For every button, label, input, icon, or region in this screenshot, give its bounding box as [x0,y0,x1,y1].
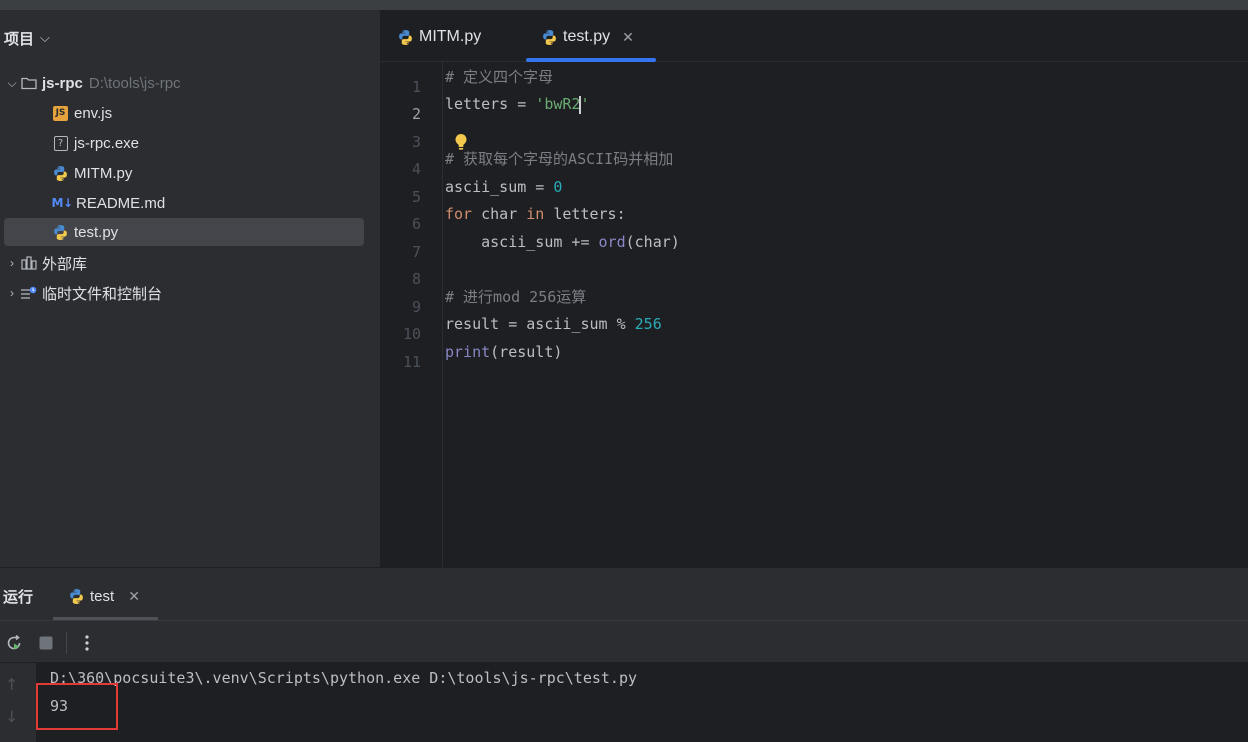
editor-panel: MITM.py test.py ✕ 1 2 3 4 5 6 7 8 9 10 1… [381,10,1248,567]
code-line-9[interactable]: # 进行mod 256运算 [445,287,586,307]
python-file-icon [541,29,558,46]
code-line-6[interactable]: for char in letters: [445,204,626,224]
line-number: 5 [411,188,421,206]
project-panel: 项目 ⌵ ⌵ js-rpc D:\tools\js-rpc JS env.js … [0,10,380,567]
close-icon[interactable]: ✕ [128,588,140,605]
file-name: js-rpc.exe [74,134,140,152]
file-name: test.py [74,223,119,241]
tree-file-readme-md[interactable]: M↓ README.md [52,189,364,217]
console-side-toolbar: ↑ ↓ [0,663,36,742]
python-file-icon [397,29,414,46]
file-name: env.js [74,104,113,122]
python-file-icon [68,588,85,605]
root-folder-path: D:\tools\js-rpc [88,74,181,92]
code-line-7[interactable]: ascii_sum += ord(char) [445,232,680,252]
line-number: 1 [411,78,421,96]
tree-file-test-py[interactable]: test.py [4,218,364,246]
line-number: 10 [402,325,421,343]
run-tab-test[interactable]: test ✕ [68,585,140,607]
run-tool-window: 运行 test ✕ ↑ ↓ D:\360\pocsuite3\.venv\Scr… [0,567,1248,742]
tab-test-py[interactable]: test.py ✕ [541,23,634,51]
tree-external-libraries[interactable]: › 外部库 [4,249,364,277]
python-file-icon [52,165,69,182]
tab-mitm-py[interactable]: MITM.py [397,23,481,51]
code-line-4[interactable]: # 获取每个字母的ASCII码并相加 [445,149,673,169]
code-line-1[interactable]: # 定义四个字母 [445,67,553,87]
tree-scratches-consoles[interactable]: › 临时文件和控制台 [4,279,364,307]
tree-file-mitm-py[interactable]: MITM.py [52,159,364,187]
code-line-11[interactable]: print(result) [445,342,562,362]
code-line-2[interactable]: letters = 'bwR2' [445,94,590,114]
external-libraries-label: 外部库 [42,255,88,273]
tree-file-env-js[interactable]: JS env.js [52,99,364,127]
output-highlight-box [36,683,118,730]
editor-tab-bar: MITM.py test.py ✕ [381,10,1248,62]
scroll-down-icon[interactable]: ↓ [5,707,18,726]
line-number: 6 [411,215,421,233]
python-file-icon [52,224,69,241]
toolbar-separator [66,632,67,654]
more-options-icon[interactable] [76,632,98,654]
title-bar-strip [0,0,1248,10]
line-number: 2 [411,105,421,123]
rerun-icon[interactable] [3,632,25,654]
markdown-file-icon: M↓ [51,196,74,210]
close-icon[interactable]: ✕ [622,29,634,46]
scroll-up-icon[interactable]: ↑ [5,675,18,694]
line-number: 8 [411,270,421,288]
scratches-icon [20,285,37,302]
line-number: 9 [411,298,421,316]
js-file-icon: JS [52,105,69,122]
folder-icon [20,75,37,92]
code-line-5[interactable]: ascii_sum = 0 [445,177,562,197]
console-output[interactable]: D:\360\pocsuite3\.venv\Scripts\python.ex… [36,663,1248,742]
active-tab-indicator [526,58,656,62]
line-number: 3 [411,133,421,151]
gutter-divider [442,62,443,567]
line-number: 11 [402,353,421,371]
tree-file-js-rpc-exe[interactable]: ? js-rpc.exe [52,129,364,157]
library-icon [20,255,37,272]
tab-label: MITM.py [419,28,482,45]
run-toolbar [0,620,1248,663]
file-name: README.md [76,194,166,212]
chevron-right-icon[interactable]: › [4,256,20,270]
stop-icon[interactable] [35,632,57,654]
unknown-file-icon: ? [52,135,69,152]
file-name: MITM.py [74,164,133,182]
project-view-selector[interactable]: 项目 ⌵ [4,27,50,49]
scratches-label: 临时文件和控制台 [42,285,163,303]
run-tab-label: test [90,587,115,605]
run-panel-title: 运行 [3,589,34,606]
project-header-label: 项目 [4,30,35,48]
chevron-right-icon[interactable]: › [4,286,20,300]
console-command-line: D:\360\pocsuite3\.venv\Scripts\python.ex… [50,669,637,687]
root-folder-name: js-rpc [42,74,83,92]
code-line-10[interactable]: result = ascii_sum % 256 [445,314,662,334]
line-number: 7 [411,243,421,261]
chevron-down-icon: ⌵ [40,30,50,45]
tree-root-folder[interactable]: ⌵ js-rpc D:\tools\js-rpc [4,69,364,97]
line-number: 4 [411,160,421,178]
tab-label: test.py [563,28,611,45]
chevron-down-icon[interactable]: ⌵ [4,76,20,91]
line-number-gutter: 1 2 3 4 5 6 7 8 9 10 11 [381,62,441,567]
